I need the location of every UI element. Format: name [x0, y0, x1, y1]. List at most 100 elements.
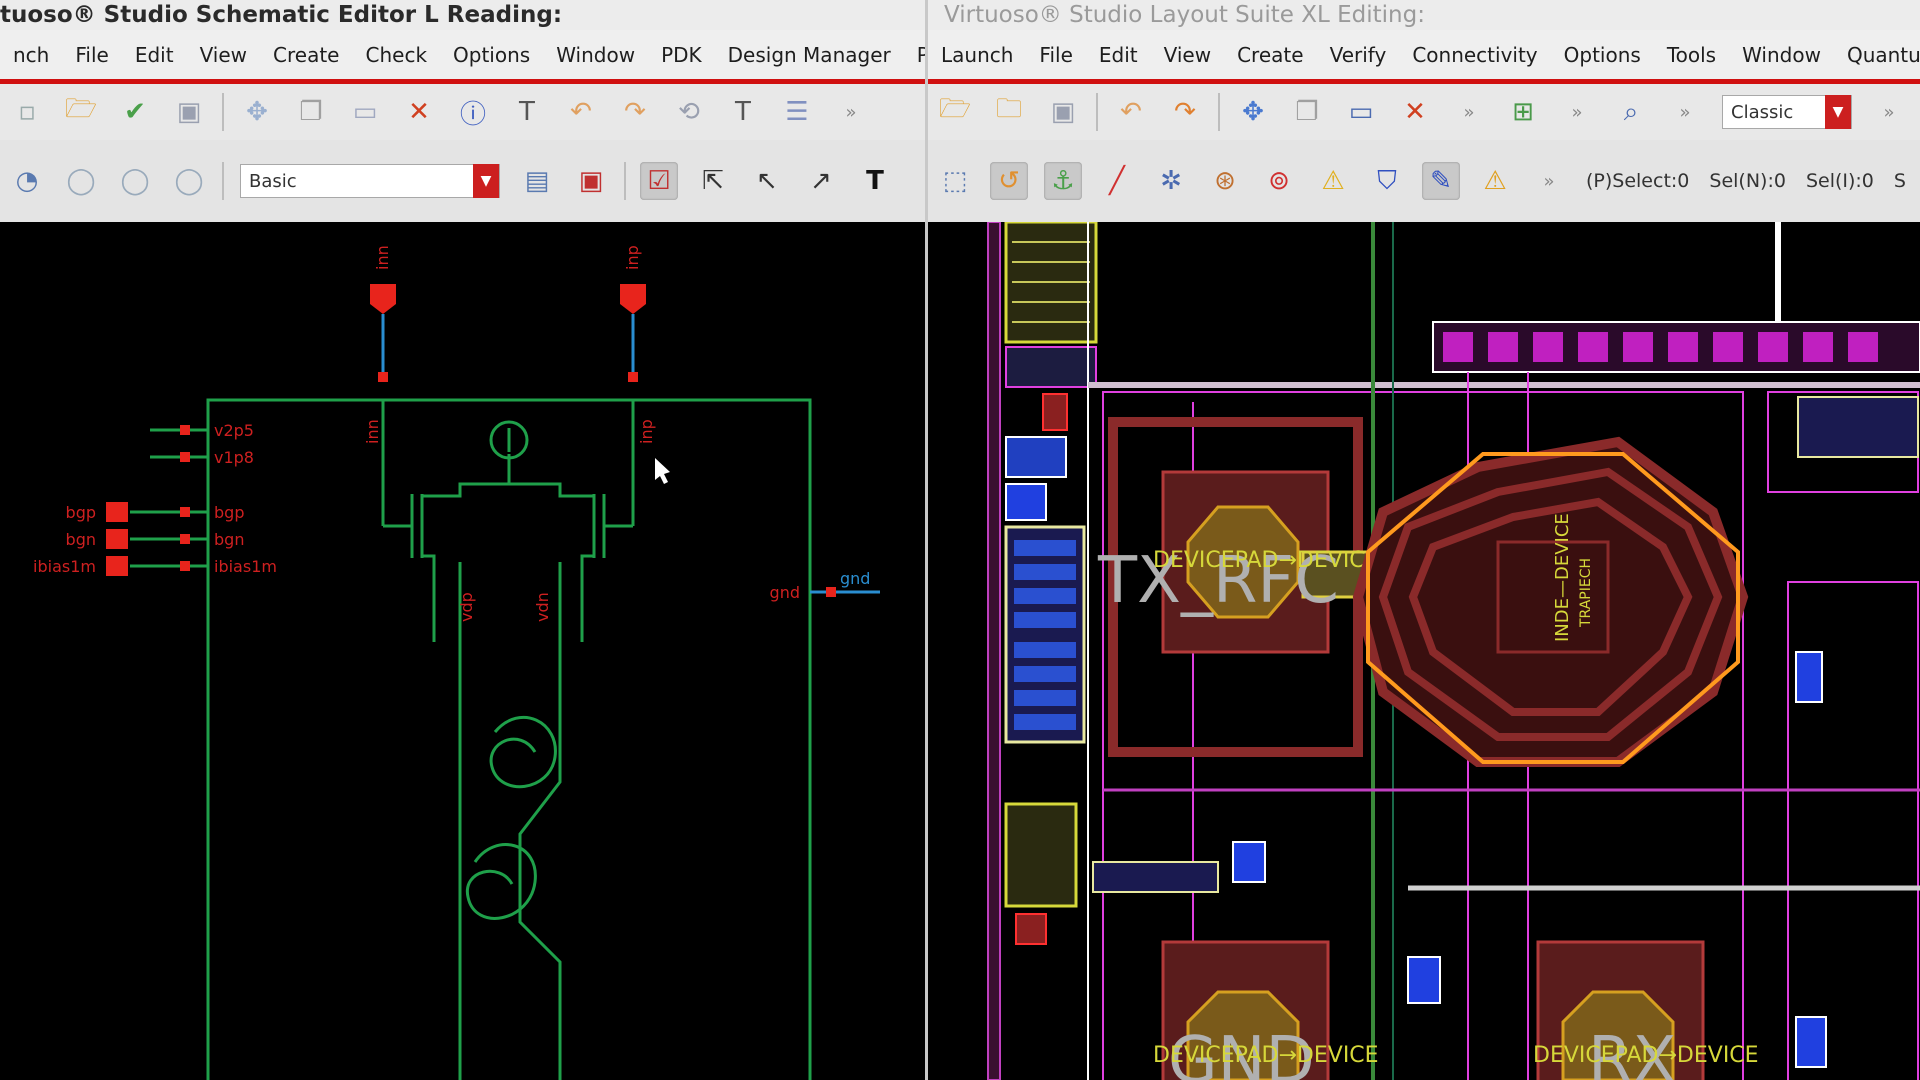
more-chevron-icon[interactable]: »	[1450, 93, 1488, 131]
menu-tools[interactable]: Tools	[1654, 43, 1729, 67]
flashlight-icon[interactable]: ⛉	[1368, 162, 1406, 200]
text-size-icon[interactable]: T	[724, 93, 762, 131]
warning-clear-icon[interactable]: ⚠	[1476, 162, 1514, 200]
inductor-symbol-1	[489, 715, 557, 789]
more-chevron-icon[interactable]: »	[1870, 93, 1908, 131]
pin-ibias1m-icon[interactable]	[106, 556, 128, 576]
stretch-icon[interactable]: ▭	[346, 93, 384, 131]
menu-edit[interactable]: Edit	[122, 43, 187, 67]
menu-options[interactable]: Options	[440, 43, 543, 67]
workspace-dropdown[interactable]: Classic ▼	[1722, 95, 1852, 129]
more-chevron-icon[interactable]: »	[1558, 93, 1596, 131]
blue-contact-3	[1795, 651, 1823, 703]
open-recent-icon[interactable]: 🗀	[990, 93, 1028, 131]
move-icon[interactable]: ✥	[1234, 93, 1272, 131]
move-icon[interactable]: ✥	[238, 93, 276, 131]
more-chevron-icon[interactable]: »	[910, 162, 925, 200]
delete-icon[interactable]: ✕	[400, 93, 438, 131]
pin-inp-icon[interactable]	[620, 284, 646, 314]
undo-icon[interactable]: ↶	[1112, 93, 1150, 131]
menu-pdk[interactable]: PDK	[648, 43, 715, 67]
open-folder-icon[interactable]: 🗁	[62, 93, 100, 131]
text-edit-icon[interactable]: T	[508, 93, 546, 131]
blue-contact-1	[1005, 436, 1067, 478]
menu-view[interactable]: View	[187, 43, 260, 67]
new-icon[interactable]: ▫	[8, 93, 46, 131]
layout-canvas[interactable]: TX_RFC DEVICEPAD→DEVICE INDE—DEVICE TRAP…	[928, 220, 1920, 1080]
copy-icon[interactable]: ❐	[292, 93, 330, 131]
menu-connectivity[interactable]: Connectivity	[1399, 43, 1550, 67]
stretch-icon[interactable]: ▭	[1342, 93, 1380, 131]
menu-check[interactable]: Check	[353, 43, 441, 67]
save-icon[interactable]: ▣	[170, 93, 208, 131]
window-title: tuoso® Studio Schematic Editor L Reading…	[0, 0, 925, 30]
menu-file[interactable]: File	[62, 43, 121, 67]
pin-inn-icon[interactable]	[370, 284, 396, 314]
left-rail	[987, 221, 1001, 1080]
pointer-move-icon[interactable]: ↗	[802, 162, 840, 200]
pointer-icon[interactable]: ↖	[748, 162, 786, 200]
menu-pegasus[interactable]: Pegasus	[904, 43, 925, 67]
pin-bgn-icon[interactable]	[106, 529, 128, 549]
redo-icon[interactable]: ↷	[616, 93, 654, 131]
menu-view[interactable]: View	[1151, 43, 1224, 67]
hierarchy-icon[interactable]: ⊞	[1504, 93, 1542, 131]
check-save-icon[interactable]: ✔	[116, 93, 154, 131]
open-folder-icon[interactable]: 🗁	[936, 93, 974, 131]
copy-icon[interactable]: ❐	[1288, 93, 1326, 131]
redo-icon[interactable]: ↷	[1166, 93, 1204, 131]
label-inductor-2: TRAPIECH	[1578, 558, 1594, 628]
pin-v1p8-dot	[180, 452, 190, 462]
wire-editor-icon[interactable]: ⚓	[1044, 162, 1082, 200]
save-icon[interactable]: ▣	[1044, 93, 1082, 131]
menu-bar: nch File Edit View Create Check Options …	[0, 30, 925, 84]
warning-marker-icon[interactable]: ⚠	[1314, 162, 1352, 200]
zoom-circle-icon[interactable]: ◔	[8, 162, 46, 200]
zoom-fit-icon[interactable]: ◯	[62, 162, 100, 200]
align-icon[interactable]: ☰	[778, 93, 816, 131]
pin-label-ibias-inner: ibias1m	[214, 557, 277, 576]
more-chevron-icon[interactable]: »	[1666, 93, 1704, 131]
menu-launch[interactable]: Launch	[928, 43, 1026, 67]
select-check-icon[interactable]: ☑	[640, 162, 678, 200]
edit-layer-icon[interactable]: ✎	[1422, 162, 1460, 200]
text-tool-icon[interactable]: T	[856, 162, 894, 200]
more-chevron-icon[interactable]: »	[1530, 162, 1568, 200]
probe-icon[interactable]: ✲	[1152, 162, 1190, 200]
pin-marker-icon[interactable]: ⊚	[1260, 162, 1298, 200]
menu-window[interactable]: Window	[1729, 43, 1834, 67]
window-stop-icon[interactable]: ▣	[572, 162, 610, 200]
schematic-canvas[interactable]: inn inp inn inp vdp vdn v2p5 v1p8 bgp bg…	[0, 222, 925, 1080]
window-icon[interactable]: ▤	[518, 162, 556, 200]
ruler-icon[interactable]: ╱	[1098, 162, 1136, 200]
delete-icon[interactable]: ✕	[1396, 93, 1434, 131]
menu-file[interactable]: File	[1026, 43, 1085, 67]
workspace-dropdown-value: Basic	[249, 170, 297, 192]
rotate-icon[interactable]: ⟲	[670, 93, 708, 131]
pin-label-bgn-inner: bgn	[214, 530, 244, 549]
menu-bar: Launch File Edit View Create Verify Conn…	[928, 30, 1920, 84]
menu-quantus[interactable]: Quantus	[1834, 43, 1920, 67]
menu-options[interactable]: Options	[1551, 43, 1654, 67]
workspace-dropdown[interactable]: Basic ▼	[240, 164, 500, 198]
pin-inp-dot	[628, 372, 638, 382]
undo-icon[interactable]: ↶	[562, 93, 600, 131]
zoom-probe-icon[interactable]: ⊛	[1206, 162, 1244, 200]
zoom-out-icon[interactable]: ◯	[170, 162, 208, 200]
menu-create[interactable]: Create	[1224, 43, 1316, 67]
zoom-in-icon[interactable]: ◯	[116, 162, 154, 200]
select-pointer-icon[interactable]: ⇱	[694, 162, 732, 200]
pin-bgp-icon[interactable]	[106, 502, 128, 522]
menu-verify[interactable]: Verify	[1317, 43, 1400, 67]
menu-window[interactable]: Window	[543, 43, 648, 67]
search-icon[interactable]: ⌕	[1612, 93, 1650, 131]
device-block-6	[1092, 861, 1219, 893]
menu-create[interactable]: Create	[260, 43, 352, 67]
more-chevron-icon[interactable]: »	[832, 93, 870, 131]
route-icon[interactable]: ↺	[990, 162, 1028, 200]
menu-launch[interactable]: nch	[0, 43, 62, 67]
select-area-icon[interactable]: ⬚	[936, 162, 974, 200]
properties-icon[interactable]: ⓘ	[454, 93, 492, 131]
menu-design-manager[interactable]: Design Manager	[715, 43, 904, 67]
menu-edit[interactable]: Edit	[1086, 43, 1151, 67]
